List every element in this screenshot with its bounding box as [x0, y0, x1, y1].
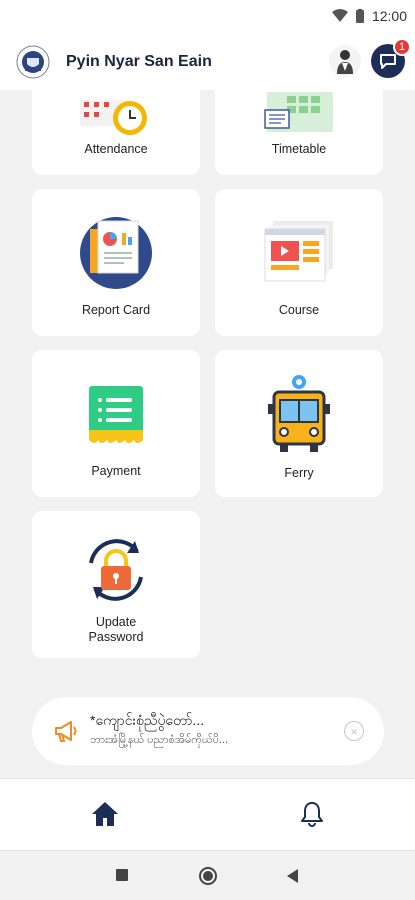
back-button[interactable]	[285, 868, 299, 884]
wifi-icon	[331, 9, 348, 22]
payment-card[interactable]: Payment	[32, 350, 200, 497]
system-navigation-bar	[0, 850, 415, 900]
timetable-card[interactable]: Timetable	[215, 90, 383, 175]
home-icon[interactable]	[91, 801, 119, 827]
timetable-label: Timetable	[271, 142, 327, 156]
update-password-icon	[89, 539, 143, 601]
bottom-navigation	[0, 778, 415, 850]
menu-grid[interactable]: Attendance Timetable Report Card Course …	[0, 90, 415, 778]
update-password-label-line1: Update	[95, 615, 137, 629]
close-icon[interactable]: ×	[344, 721, 364, 741]
recent-apps-button[interactable]	[116, 869, 128, 881]
report-card-label: Report Card	[81, 303, 151, 317]
app-header: Pyin Nyar San Eain 1	[0, 34, 415, 90]
attendance-icon	[80, 100, 147, 135]
bus-icon	[268, 375, 330, 452]
timetable-icon	[264, 92, 333, 132]
attendance-card[interactable]: Attendance	[32, 90, 200, 175]
battery-icon	[355, 9, 364, 23]
report-card-card[interactable]: Report Card	[32, 189, 200, 336]
course-label: Course	[278, 303, 320, 317]
megaphone-icon	[55, 721, 77, 742]
announcement-subtitle: ဘားအံမြို့နယ် ပညာစံအိမ်ကိုယ်ပိ...	[90, 734, 229, 746]
school-logo	[16, 45, 50, 79]
status-bar: 12:00	[0, 0, 415, 34]
announcement-banner[interactable]: *ကျောင်းစုံညီပွဲတော်... ဘားအံမြို့နယ် ပည…	[32, 697, 384, 765]
report-card-icon	[80, 217, 152, 289]
bell-icon[interactable]	[301, 801, 323, 827]
ferry-label: Ferry	[284, 466, 314, 480]
attendance-label: Attendance	[84, 142, 148, 156]
update-password-label-line2: Password	[88, 630, 144, 644]
course-icon	[264, 221, 333, 282]
user-avatar-icon	[337, 50, 353, 74]
course-card[interactable]: Course	[215, 189, 383, 336]
payment-icon	[89, 386, 143, 443]
status-time: 12:00	[371, 8, 407, 24]
user-avatar[interactable]	[329, 45, 361, 77]
home-button[interactable]	[198, 866, 218, 886]
ferry-card[interactable]: Ferry	[215, 350, 383, 497]
app-title: Pyin Nyar San Eain	[66, 53, 212, 70]
payment-label: Payment	[91, 464, 141, 478]
notification-badge: 1	[393, 38, 411, 56]
notification-button[interactable]: 1	[371, 38, 411, 78]
update-password-card[interactable]: Update Password	[32, 511, 200, 658]
chat-icon	[380, 54, 396, 69]
announcement-title: *ကျောင်းစုံညီပွဲတော်...	[90, 712, 205, 728]
